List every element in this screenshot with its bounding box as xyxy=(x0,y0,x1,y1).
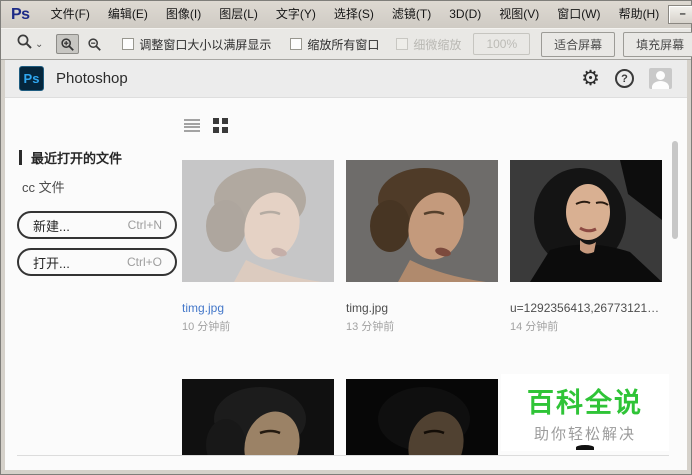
menu-edit[interactable]: 编辑(E) xyxy=(99,1,157,28)
menu-window[interactable]: 窗口(W) xyxy=(548,1,609,28)
file-card xyxy=(346,379,498,455)
window-controls: – □ ✕ xyxy=(668,5,692,24)
menu-3d[interactable]: 3D(D) xyxy=(440,1,490,28)
minimize-button[interactable]: – xyxy=(668,5,692,24)
zoom-tool-icon[interactable] xyxy=(16,33,33,55)
file-thumbnail[interactable] xyxy=(182,379,334,455)
content-bottom-divider xyxy=(17,455,669,456)
menu-help[interactable]: 帮助(H) xyxy=(610,1,669,28)
zoom-level-button: 100% xyxy=(473,33,531,55)
menu-layer[interactable]: 图层(L) xyxy=(210,1,267,28)
watermark-overlay: 百科全说 助你轻松解决 xyxy=(501,374,669,451)
titlebar: Ps 文件(F) 编辑(E) 图像(I) 图层(L) 文字(Y) 选择(S) 滤… xyxy=(1,1,692,28)
list-view-icon[interactable] xyxy=(184,119,200,132)
vertical-scrollbar-thumb[interactable] xyxy=(672,141,678,239)
zoom-all-windows-label: 缩放所有窗口 xyxy=(307,37,380,52)
file-thumbnail[interactable] xyxy=(346,160,498,282)
new-button-shortcut: Ctrl+N xyxy=(127,218,162,232)
file-name[interactable]: u=1292356413,2677312174&f... xyxy=(510,301,662,315)
menu-file[interactable]: 文件(F) xyxy=(42,1,99,28)
start-screen-content: 最近打开的文件 cc 文件 新建... Ctrl+N 打开... Ctrl+O xyxy=(5,98,687,470)
open-button-shortcut: Ctrl+O xyxy=(126,255,162,269)
menu-select[interactable]: 选择(S) xyxy=(325,1,383,28)
help-icon[interactable]: ? xyxy=(615,69,634,88)
fill-screen-button[interactable]: 填充屏幕 xyxy=(623,31,692,57)
checkbox-box xyxy=(122,38,135,50)
file-card xyxy=(182,379,334,455)
ps-titlebar-logo: Ps xyxy=(11,5,30,23)
open-button-label: 打开... xyxy=(33,255,70,271)
scrubby-zoom-checkbox: 细微缩放 xyxy=(396,36,461,53)
photoshop-window: Ps 文件(F) 编辑(E) 图像(I) 图层(L) 文字(Y) 选择(S) 滤… xyxy=(0,0,692,475)
menu-image[interactable]: 图像(I) xyxy=(157,1,210,28)
avatar[interactable] xyxy=(649,68,672,89)
sidebar-item-cc-files[interactable]: cc 文件 xyxy=(22,177,65,196)
file-name[interactable]: timg.jpg xyxy=(346,301,498,315)
start-screen-header: Ps Photoshop ⚙ ? xyxy=(5,60,687,98)
file-thumbnail[interactable] xyxy=(510,160,662,282)
menu-view[interactable]: 视图(V) xyxy=(490,1,548,28)
menu-type[interactable]: 文字(Y) xyxy=(267,1,325,28)
zoom-all-windows-checkbox[interactable]: 缩放所有窗口 xyxy=(290,36,379,53)
file-time: 10 分钟前 xyxy=(182,321,231,333)
fit-screen-button[interactable]: 适合屏幕 xyxy=(541,31,616,57)
resize-windows-label: 调整窗口大小以满屏显示 xyxy=(139,37,272,52)
grid-view-icon[interactable] xyxy=(213,118,228,133)
watermark-subtitle: 助你轻松解决 xyxy=(533,426,636,443)
zoom-in-button[interactable] xyxy=(56,34,80,54)
watermark-title: 百科全说 xyxy=(527,388,643,418)
chevron-down-icon[interactable]: ⌄ xyxy=(35,39,43,50)
file-thumbnail[interactable] xyxy=(182,160,334,282)
sidebar-item-recent-files[interactable]: 最近打开的文件 xyxy=(19,148,122,167)
app-title: Photoshop xyxy=(56,70,128,87)
checkbox-box xyxy=(290,38,303,50)
file-card: timg.jpg 13 分钟前 xyxy=(346,160,498,333)
active-item-accent-bar xyxy=(19,150,22,165)
file-name-link[interactable]: timg.jpg xyxy=(182,301,334,315)
tool-options-bar: ⌄ 调整窗口大小以满屏显示 缩放所有窗口 细微缩放 100% 适合屏幕 填充屏幕… xyxy=(1,28,692,60)
resize-windows-checkbox[interactable]: 调整窗口大小以满屏显示 xyxy=(122,36,271,53)
file-card: u=1292356413,2677312174&f... 14 分钟前 xyxy=(510,160,662,333)
scrubby-zoom-label: 细微缩放 xyxy=(413,37,462,52)
zoom-out-button[interactable] xyxy=(83,34,106,54)
recent-files-label: 最近打开的文件 xyxy=(31,151,123,166)
file-time: 14 分钟前 xyxy=(510,321,559,333)
new-button-label: 新建... xyxy=(33,218,70,234)
checkbox-box xyxy=(396,38,409,50)
watermark-logo-fragment xyxy=(576,445,594,450)
new-file-button[interactable]: 新建... Ctrl+N xyxy=(17,211,177,239)
file-thumbnail[interactable] xyxy=(346,379,498,455)
file-card: timg.jpg 10 分钟前 xyxy=(182,160,334,333)
file-time: 13 分钟前 xyxy=(346,321,395,333)
open-file-button[interactable]: 打开... Ctrl+O xyxy=(17,248,177,276)
gear-icon[interactable]: ⚙ xyxy=(581,68,600,89)
ps-logo: Ps xyxy=(19,66,44,91)
menu-filter[interactable]: 滤镜(T) xyxy=(383,1,440,28)
